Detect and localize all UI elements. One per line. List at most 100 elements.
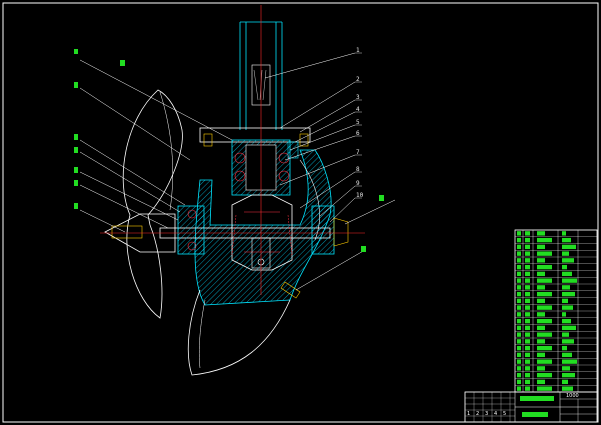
parts-row-cell [562,298,568,304]
parts-row-cell [525,244,530,250]
parts-row-cell [525,271,530,277]
revision-grid: 12345 [464,391,515,422]
parts-row-cell [525,352,530,358]
parts-row-cell [562,231,566,236]
parts-row-cell [525,278,530,283]
parts-row-cell [517,231,521,236]
blade-edge [159,91,173,211]
parts-row-cell [525,379,530,385]
subtitle-text-block [522,412,548,417]
cad-drawing-canvas: 1 2 3 4 5 6 7 8 9 10 12345 1000 [0,0,601,425]
parts-row-cell [537,291,552,297]
parts-row-cell [525,258,530,263]
right-leader-tags [361,195,384,252]
parts-row-cell [562,305,573,310]
revision-mark: 4 [494,411,497,417]
parts-row-cell [537,251,552,256]
revision-mark: 5 [503,411,506,417]
parts-row-cell [562,237,571,243]
parts-row-cell [517,251,521,256]
parts-row-cell [525,359,530,364]
parts-row-cell [525,264,530,270]
parts-row-cell [517,291,521,297]
parts-row-cell [517,285,521,290]
parts-row-cell [525,312,530,317]
parts-row-cell [517,305,521,310]
parts-row-cell [525,231,530,236]
parts-row-cell [537,318,552,324]
parts-list-rows [515,229,597,391]
propeller-blade [122,89,183,319]
revision-mark: 3 [485,411,488,417]
parts-row-cell [517,325,521,331]
parts-row-cell [537,258,545,263]
parts-row-cell [517,237,521,243]
parts-row-cell [525,372,530,378]
parts-row-cell [537,237,552,243]
parts-row-cell [537,298,545,304]
parts-row-cell [562,345,567,351]
parts-row-cell [537,352,545,358]
parts-row-cell [517,318,521,324]
drawing-number: 1000 [566,393,579,399]
parts-row-cell [562,264,567,270]
parts-row-cell [517,339,521,344]
parts-row-cell [562,271,572,277]
parts-row-cell [525,386,530,391]
parts-row-cell [525,325,530,331]
parts-row-cell [562,325,576,331]
parts-row-cell [517,264,521,270]
parts-row-cell [537,264,552,270]
parts-row-cell [525,237,530,243]
parts-row-cell [562,258,574,263]
parts-row-cell [562,379,568,385]
parts-row-cell [537,339,545,344]
parts-row-cell [517,386,521,391]
parts-row-cell [562,244,576,250]
parts-row-cell [537,372,552,378]
parts-row-cell [562,285,570,290]
parts-row-cell [517,359,521,364]
parts-row-cell [517,352,521,358]
revision-mark: 2 [476,411,479,417]
parts-row-cell [562,386,573,391]
parts-row-cell [537,325,545,331]
parts-row-cell [562,332,569,337]
parts-row-cell [537,379,545,385]
parts-row-cell [525,339,530,344]
parts-row-cell [525,291,530,297]
parts-row-cell [537,278,552,283]
parts-row-cell [525,366,530,371]
title-text-block [520,396,554,401]
parts-row-cell [517,379,521,385]
parts-row-cell [517,244,521,250]
parts-row-cell [562,318,571,324]
parts-row-cell [562,251,569,256]
parts-row-cell [525,345,530,351]
parts-row-cell [517,278,521,283]
parts-row-cell [562,372,575,378]
left-leader-tags [74,49,125,209]
parts-row-cell [562,366,570,371]
parts-row-cell [517,366,521,371]
title-block: 12345 1000 [464,391,598,423]
parts-row-cell [537,366,545,371]
parts-row-cell [517,332,521,337]
parts-row-cell [517,271,521,277]
revision-mark: 1 [467,411,470,417]
parts-row-cell [562,278,577,283]
parts-row-cell [537,285,545,290]
part-number-labels: 12345678910 [355,47,364,199]
parts-row-cell [562,339,574,344]
parts-row-cell [517,258,521,263]
parts-row-cell [537,305,552,310]
parts-row-cell [537,312,545,317]
parts-row-cell [537,332,552,337]
parts-row-cell [517,345,521,351]
parts-list-table [514,229,598,393]
parts-row-cell [562,352,572,358]
parts-row-cell [525,332,530,337]
upper-bearing-housing [199,127,311,196]
parts-row-cell [537,271,545,277]
assembly-drawing: 12345678910 12345 1000 [2,2,599,423]
